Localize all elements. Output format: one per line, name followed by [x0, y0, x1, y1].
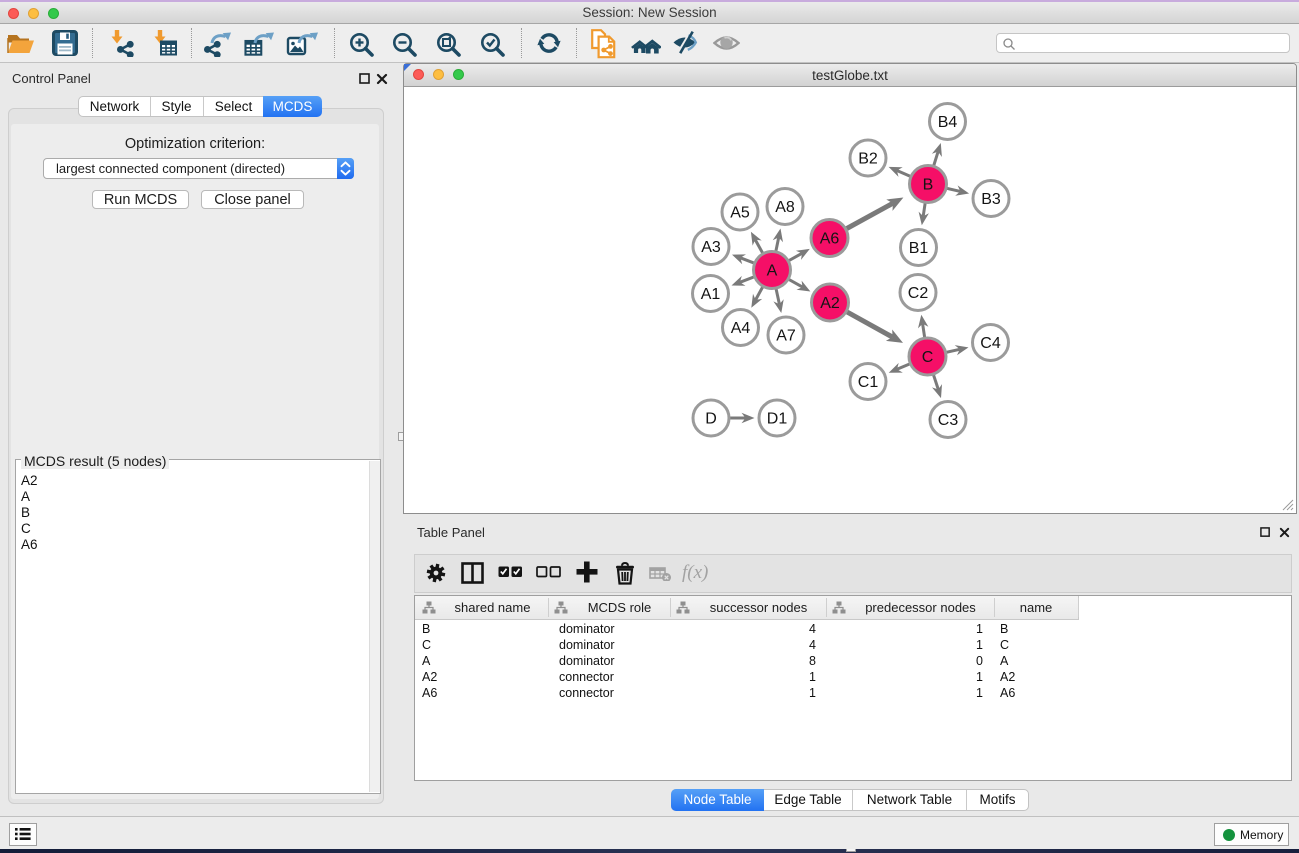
svg-text:D1: D1	[767, 411, 788, 428]
svg-text:A2: A2	[820, 295, 840, 312]
svg-text:D: D	[705, 411, 717, 428]
svg-text:B: B	[923, 177, 934, 194]
svg-text:C4: C4	[980, 335, 1001, 352]
svg-text:f(x): f(x)	[682, 562, 708, 583]
svg-text:A3: A3	[701, 239, 721, 256]
svg-text:A4: A4	[731, 320, 751, 337]
svg-text:B1: B1	[909, 240, 929, 257]
svg-text:C: C	[922, 349, 934, 366]
svg-text:A8: A8	[775, 199, 795, 216]
svg-text:B3: B3	[981, 191, 1001, 208]
svg-text:B4: B4	[938, 114, 958, 131]
svg-text:A1: A1	[701, 286, 721, 303]
svg-text:B2: B2	[858, 151, 878, 168]
svg-text:C2: C2	[908, 285, 929, 302]
svg-text:C3: C3	[938, 412, 959, 429]
svg-text:C1: C1	[858, 374, 879, 391]
svg-text:A5: A5	[730, 205, 750, 222]
svg-text:A6: A6	[820, 231, 840, 248]
svg-text:A: A	[767, 263, 778, 280]
svg-text:A7: A7	[776, 328, 796, 345]
